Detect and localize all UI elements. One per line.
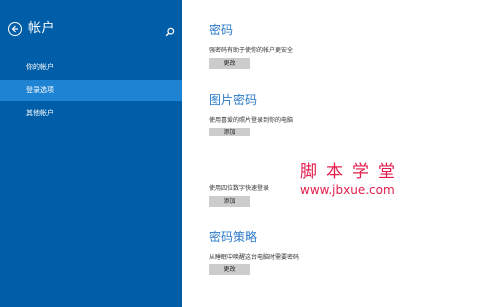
main-content: 密码 强密码有助于使你的帐户更安全 更改 图片密码 使用喜爱的照片登录到你的电脑… <box>209 0 489 307</box>
sidebar-item-label: 其他帐户 <box>26 109 54 117</box>
change-password-button[interactable]: 更改 <box>209 58 250 69</box>
watermark-url: www.jbxue.com <box>300 183 395 197</box>
pin-description: 使用四位数字快速登录 <box>209 185 270 192</box>
picture-password-description: 使用喜爱的照片登录到你的电脑 <box>209 117 294 124</box>
password-section-title: 密码 <box>209 23 234 37</box>
page-title: 帐户 <box>28 21 56 36</box>
add-picture-password-button[interactable]: 添加 <box>209 128 250 136</box>
sidebar-nav: 你的帐户 登录选项 其他帐户 <box>0 57 182 126</box>
sidebar-item-label: 登录选项 <box>26 86 54 94</box>
password-description: 强密码有助于使你的帐户更安全 <box>209 47 294 54</box>
sidebar-header: 帐户 <box>8 22 55 36</box>
password-policy-section-title: 密码策略 <box>209 230 258 244</box>
sidebar-item-label: 你的帐户 <box>26 63 54 71</box>
sidebar-item-sign-in-options[interactable]: 登录选项 <box>0 80 182 101</box>
watermark: 脚本学堂 www.jbxue.com <box>300 162 420 197</box>
password-policy-description: 从睡眠中唤醒这台电脑时需要密码 <box>209 254 300 261</box>
back-arrow-icon[interactable] <box>8 22 22 36</box>
sidebar-item-your-account[interactable]: 你的帐户 <box>0 57 182 78</box>
search-icon[interactable] <box>165 27 175 37</box>
settings-window: 帐户 你的帐户 登录选项 其他帐户 密码 强密码有助于使你的帐户更安全 更改 图… <box>0 0 500 307</box>
picture-password-section-title: 图片密码 <box>209 93 258 107</box>
sidebar: 帐户 你的帐户 登录选项 其他帐户 <box>0 0 182 307</box>
add-pin-button[interactable]: 添加 <box>209 196 250 207</box>
watermark-text: 脚本学堂 <box>300 162 404 182</box>
change-password-policy-button[interactable]: 更改 <box>209 264 250 275</box>
sidebar-item-other-accounts[interactable]: 其他帐户 <box>0 103 182 124</box>
